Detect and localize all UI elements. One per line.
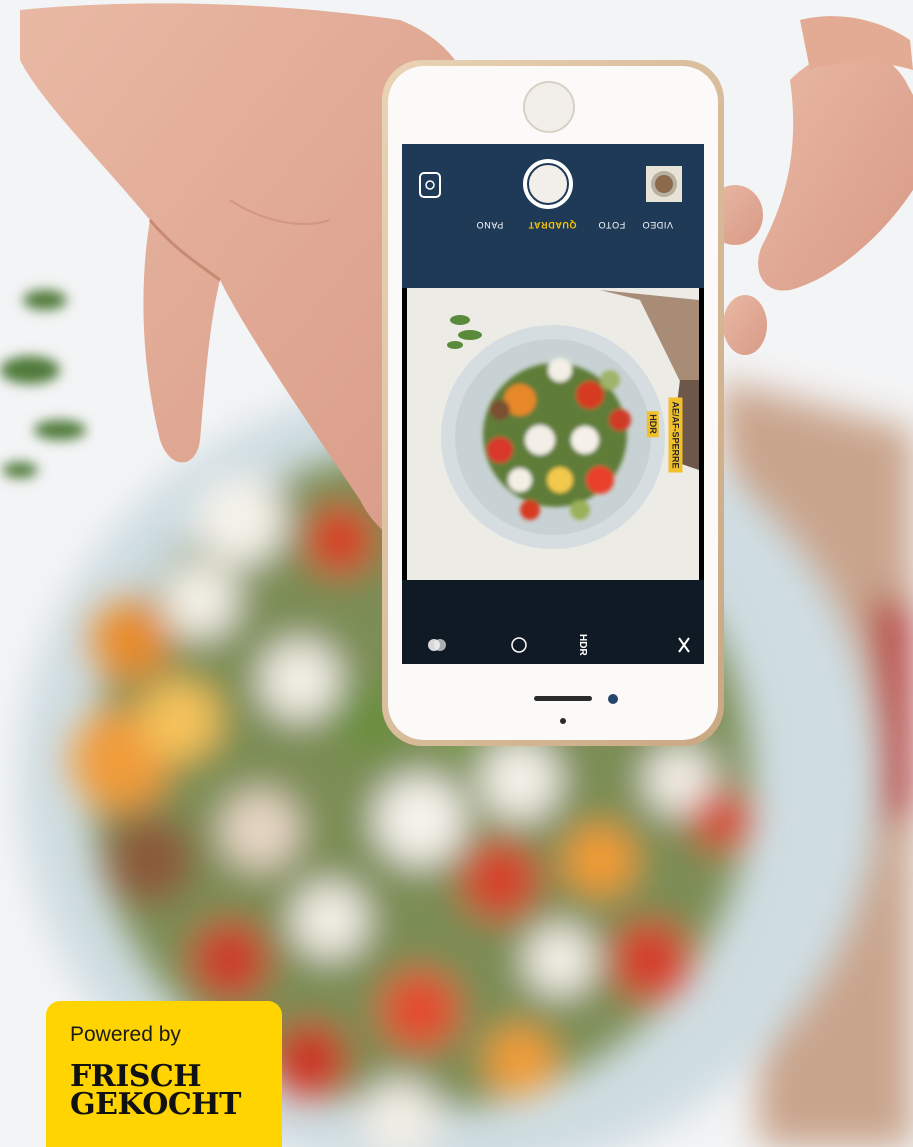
brand-line-2: GEKOCHT [70,1087,241,1122]
powered-by-label: Powered by [70,1023,181,1046]
food-photo [0,0,913,1147]
mode-quadrat[interactable]: QUADRAT [528,220,577,230]
hdr-toggle[interactable]: HDR [577,634,588,656]
mode-pano[interactable]: PANO [476,220,503,230]
powered-by-badge: Powered by FRISCH GEKOCHT [46,1001,282,1147]
mode-foto[interactable]: FOTO [598,220,625,230]
hdr-badge: HDR [646,411,659,437]
ae-af-lock-badge: AE/AF-SPERRE [668,397,683,473]
mode-video[interactable]: VIDEO [642,220,673,230]
brand-logo: FRISCH GEKOCHT [70,1062,241,1122]
